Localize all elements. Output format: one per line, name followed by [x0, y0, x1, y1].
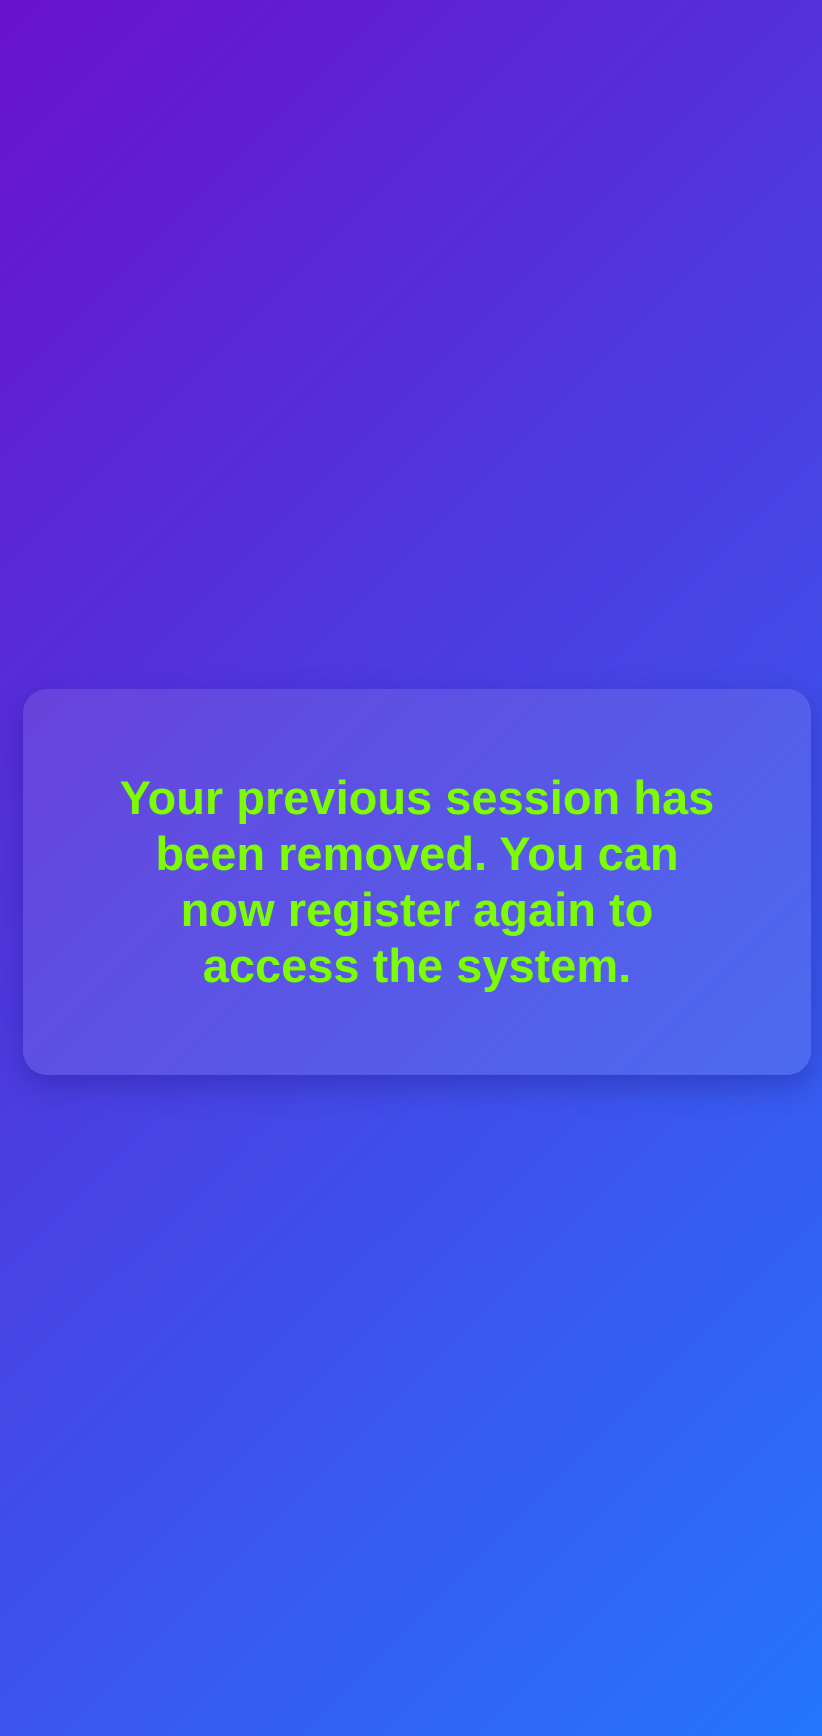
message-card: Your previous session has been removed. …: [23, 689, 811, 1075]
page-background: Your previous session has been removed. …: [0, 0, 822, 1736]
session-removed-message: Your previous session has been removed. …: [119, 771, 715, 992]
